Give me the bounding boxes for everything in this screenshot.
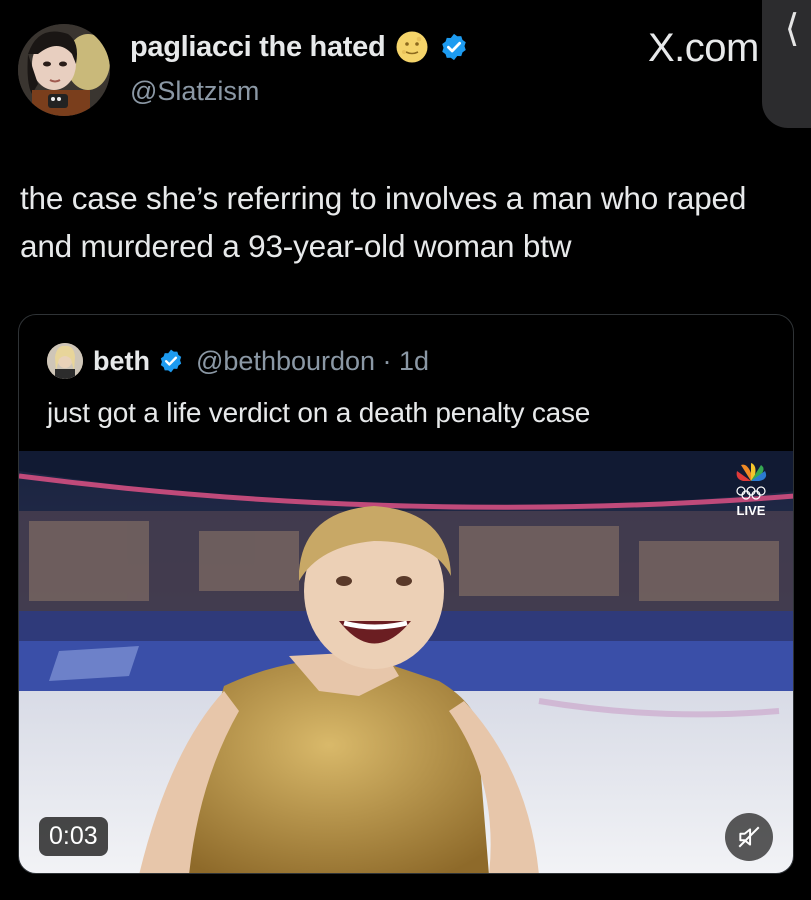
quoted-display-name[interactable]: beth <box>93 346 150 377</box>
video-player[interactable]: LIVE 0:03 <box>19 451 793 873</box>
quoted-tweet[interactable]: beth @bethbourdon · 1d just got a life v… <box>18 314 794 874</box>
quoted-avatar[interactable] <box>47 343 83 379</box>
peacock-logo-icon <box>736 463 767 500</box>
speaker-muted-icon <box>738 826 760 848</box>
quoted-header: beth @bethbourdon · 1d <box>47 343 429 379</box>
author-name-row: pagliacci the hated <box>130 30 469 64</box>
tweet-text: the case she’s referring to involves a m… <box>20 180 747 264</box>
network-live-badge: LIVE <box>729 461 773 518</box>
author-display-name[interactable]: pagliacci the hated <box>130 31 386 64</box>
author-avatar[interactable] <box>18 24 110 116</box>
side-panel-tab[interactable]: ⟨ <box>762 0 811 128</box>
author-handle[interactable]: @Slatzism <box>130 76 259 107</box>
verified-badge-icon <box>160 349 182 373</box>
tweet-header: pagliacci the hated @Slatzism X.com ⟨ <box>0 0 811 140</box>
verified-badge-icon <box>442 33 467 61</box>
site-label: X.com <box>648 26 759 70</box>
video-timestamp: 0:03 <box>39 817 108 856</box>
mute-button[interactable] <box>725 813 773 861</box>
live-label: LIVE <box>736 503 766 518</box>
quoted-handle[interactable]: @bethbourdon · 1d <box>196 346 429 377</box>
moon-face-emoji-icon <box>396 31 428 63</box>
chevron-left-icon: ⟨ <box>784 6 800 50</box>
quoted-text: just got a life verdict on a death penal… <box>47 397 591 428</box>
quoted-age: · 1d <box>375 345 430 376</box>
video-frame <box>19 451 793 873</box>
